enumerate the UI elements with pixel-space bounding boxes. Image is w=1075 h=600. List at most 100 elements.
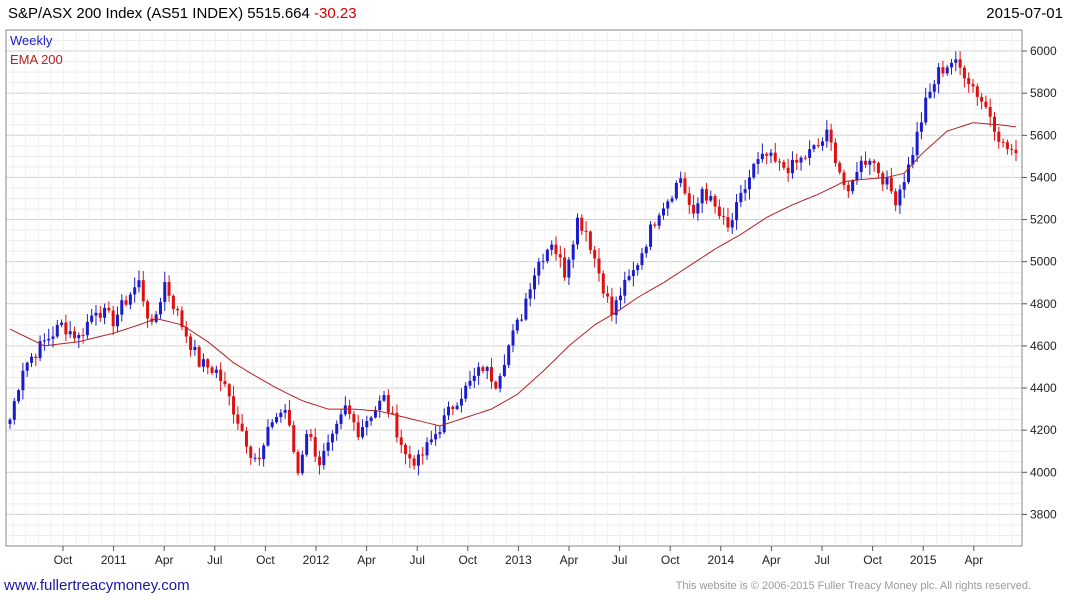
candle-body xyxy=(361,427,365,438)
candle-body xyxy=(1014,149,1018,154)
candle-body xyxy=(954,59,958,63)
candle-body xyxy=(631,270,635,277)
candle-body xyxy=(885,177,889,185)
candle-body xyxy=(756,159,760,164)
candle-body xyxy=(782,162,786,168)
candle-body xyxy=(545,249,549,262)
candle-body xyxy=(451,406,455,410)
candle-body xyxy=(279,412,283,418)
candle-body xyxy=(980,96,984,102)
candle-body xyxy=(8,419,12,424)
candle-body xyxy=(94,312,98,316)
candle-body xyxy=(395,412,399,438)
candle-body xyxy=(739,192,743,203)
candle-body xyxy=(343,405,347,415)
candle-body xyxy=(520,319,524,321)
candle-body xyxy=(752,163,756,178)
candle-body xyxy=(528,289,532,299)
ema-200-line xyxy=(9,122,1017,427)
candle-body xyxy=(833,142,837,163)
candle-body xyxy=(855,171,859,181)
candle-body xyxy=(81,334,85,336)
x-tick-label: 2015 xyxy=(910,553,937,567)
candle-body xyxy=(270,422,274,427)
candle-body xyxy=(812,145,816,150)
candle-body xyxy=(649,224,653,247)
candle-body xyxy=(975,86,979,97)
candle-body xyxy=(700,189,704,204)
candle-body xyxy=(434,434,438,440)
candle-body xyxy=(309,434,313,438)
candle-body xyxy=(51,336,55,339)
y-tick-label: 5800 xyxy=(1030,86,1057,100)
plot-border xyxy=(5,29,1023,547)
y-tick-label: 5200 xyxy=(1030,213,1057,227)
candle-body xyxy=(511,330,515,346)
candle-body xyxy=(558,254,562,258)
candle-body xyxy=(29,356,33,363)
candle-body xyxy=(472,375,476,381)
candle-body xyxy=(481,367,485,371)
ema-line xyxy=(9,122,1017,427)
candle-body xyxy=(313,437,317,457)
candle-body xyxy=(494,381,498,389)
candle-body xyxy=(687,193,691,205)
candle-body xyxy=(778,161,782,163)
candle-body xyxy=(769,152,773,156)
candle-body xyxy=(365,421,369,428)
candle-body xyxy=(709,196,713,201)
candle-body xyxy=(12,401,16,420)
candle-body xyxy=(68,331,72,335)
candle-body xyxy=(459,398,463,406)
candle-body xyxy=(318,456,322,466)
x-axis: Oct 2011 Apr Jul Oct 2012 Apr Jul Oct 2013 Apr Jul O… xyxy=(54,546,983,567)
candle-body xyxy=(713,196,717,207)
candle-body xyxy=(945,67,949,74)
candle-body xyxy=(571,244,575,260)
candle-body xyxy=(627,276,631,280)
candle-body xyxy=(369,417,373,422)
candle-body xyxy=(322,450,326,466)
candle-body xyxy=(283,410,287,413)
candle-body xyxy=(666,201,670,209)
candle-body xyxy=(335,423,339,434)
candle-body xyxy=(292,425,296,452)
candle-body xyxy=(25,362,29,371)
candle-body xyxy=(593,249,597,259)
x-tick-label: Apr xyxy=(155,553,174,567)
y-tick-label: 3800 xyxy=(1030,507,1057,521)
candle-body xyxy=(588,231,592,250)
candle-body xyxy=(618,295,622,301)
candle-body xyxy=(120,300,124,315)
candle-body xyxy=(42,340,46,342)
candle-body xyxy=(606,293,610,297)
site-link[interactable]: www.fullertreacymoney.com xyxy=(4,577,190,594)
candle-body xyxy=(924,97,928,123)
candle-body xyxy=(524,298,528,320)
candle-body xyxy=(47,338,51,341)
candle-body xyxy=(889,177,893,192)
candle-body xyxy=(674,182,678,199)
candle-body xyxy=(958,59,962,68)
candle-body xyxy=(498,375,502,389)
candle-body xyxy=(266,426,270,446)
candle-body xyxy=(356,422,360,438)
candle-body xyxy=(189,336,193,351)
candle-body xyxy=(214,369,218,373)
y-tick-label: 5000 xyxy=(1030,255,1057,269)
candle-body xyxy=(421,454,425,456)
candle-body xyxy=(859,160,863,172)
candle-body xyxy=(928,91,932,98)
candle-body xyxy=(730,220,734,228)
candle-body xyxy=(760,153,764,160)
candle-body xyxy=(816,145,820,147)
candle-body xyxy=(438,432,442,435)
candle-body xyxy=(262,445,266,460)
candle-body xyxy=(704,189,708,201)
candle-body xyxy=(455,405,459,410)
candle-body xyxy=(485,367,489,371)
x-tick-label: Apr xyxy=(762,553,781,567)
candle-body xyxy=(77,334,81,339)
candle-body xyxy=(786,167,790,174)
candle-body xyxy=(640,253,644,266)
